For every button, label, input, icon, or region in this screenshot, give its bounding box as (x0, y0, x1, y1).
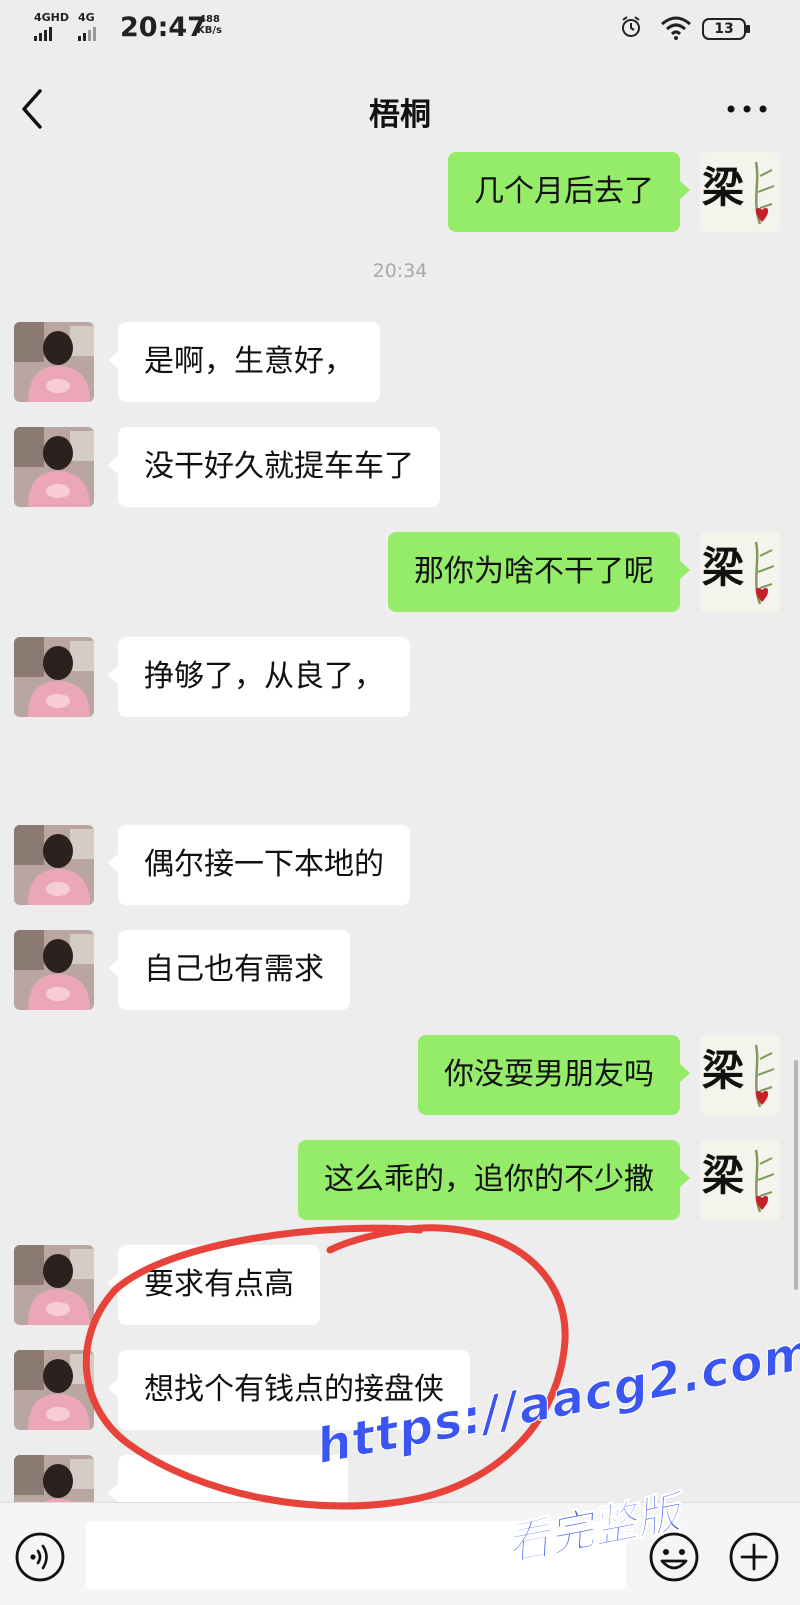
input-bar (0, 1502, 800, 1605)
my-avatar[interactable]: 梁 (700, 152, 780, 232)
more-options-button[interactable] (722, 89, 772, 129)
my-avatar[interactable]: 梁 (700, 532, 780, 612)
more-functions-button[interactable] (728, 1531, 780, 1583)
more-dots-icon (727, 105, 767, 113)
contact-avatar[interactable] (14, 930, 94, 1010)
contact-photo-icon (14, 1245, 94, 1325)
message-row: 偶尔接一下本地的 (0, 825, 800, 905)
contact-message-bubble[interactable] (108, 1455, 348, 1502)
message-row: 这么乖的，追你的不少撒 梁 (0, 1140, 800, 1220)
network-label-1: 4GHD (34, 11, 70, 24)
message-row: 自己也有需求 (0, 930, 800, 1010)
status-bar: 4GHD 4G 20:47 488 KB/s 13 (0, 0, 800, 58)
contact-message-bubble[interactable]: 偶尔接一下本地的 (108, 825, 410, 905)
network-indicator-1: 4GHD (34, 12, 69, 41)
contact-photo-icon (14, 322, 94, 402)
contact-avatar[interactable] (14, 1455, 94, 1502)
calligraphy-avatar-icon: 梁 (700, 152, 780, 232)
contact-photo-icon (14, 637, 94, 717)
contact-photo-icon (14, 1455, 94, 1502)
alarm-icon (622, 16, 640, 37)
network-label-2: 4G (78, 11, 95, 24)
contact-message-bubble[interactable]: 是啊，生意好， (108, 322, 380, 402)
chat-title: 梧桐 (369, 97, 431, 133)
contact-avatar[interactable] (14, 427, 94, 507)
my-message-bubble[interactable]: 这么乖的，追你的不少撒 (298, 1140, 690, 1220)
message-row: 几个月后去了 梁 (0, 152, 800, 232)
contact-avatar[interactable] (14, 322, 94, 402)
contact-avatar[interactable] (14, 825, 94, 905)
message-input[interactable] (86, 1521, 626, 1589)
network-indicator-2: 4G (78, 12, 96, 41)
message-row: 没干好久就提车车了 (0, 427, 800, 507)
message-row: 你没耍男朋友吗 梁 (0, 1035, 800, 1115)
my-avatar[interactable]: 梁 (700, 1140, 780, 1220)
network-speed-unit: KB/s (197, 25, 222, 36)
battery-level: 13 (714, 21, 734, 37)
contact-photo-icon (14, 825, 94, 905)
wifi-icon (661, 16, 691, 40)
network-speed-value: 488 (199, 14, 220, 25)
plus-icon (729, 1532, 779, 1582)
contact-photo-icon (14, 1350, 94, 1430)
chat-screen: 4GHD 4G 20:47 488 KB/s 13 梧桐 几个月后去了 梁 20… (0, 0, 800, 1605)
calligraphy-avatar-icon: 梁 (700, 532, 780, 612)
chat-header: 梧桐 (0, 75, 800, 145)
emoji-icon (649, 1532, 699, 1582)
contact-photo-icon (14, 427, 94, 507)
message-row: 想找个有钱点的接盘侠 (0, 1350, 800, 1430)
my-message-bubble[interactable]: 那你为啥不干了呢 (388, 532, 690, 612)
emoji-button[interactable] (648, 1531, 700, 1583)
status-time: 20:47 (120, 12, 206, 43)
message-row-partial (0, 1455, 800, 1502)
contact-message-bubble[interactable]: 挣够了，从良了， (108, 637, 410, 717)
avatar-glyph: 梁 (702, 163, 744, 212)
message-list[interactable]: 几个月后去了 梁 20:34 是啊，生意好， 没干好久就提车车了 那你为啥不干了… (0, 150, 800, 1502)
contact-avatar[interactable] (14, 1245, 94, 1325)
avatar-glyph: 梁 (702, 543, 744, 592)
contact-message-bubble[interactable]: 自己也有需求 (108, 930, 350, 1010)
contact-message-bubble[interactable]: 没干好久就提车车了 (108, 427, 440, 507)
message-row: 挣够了，从良了， (0, 637, 800, 717)
signal-bars-icon (34, 27, 69, 41)
my-message-bubble[interactable]: 你没耍男朋友吗 (418, 1035, 690, 1115)
my-avatar[interactable]: 梁 (700, 1035, 780, 1115)
network-speed: 488 KB/s (197, 14, 222, 36)
calligraphy-avatar-icon: 梁 (700, 1035, 780, 1115)
my-message-bubble[interactable]: 几个月后去了 (448, 152, 690, 232)
voice-input-button[interactable] (14, 1531, 66, 1583)
message-timestamp: 20:34 (372, 260, 428, 282)
avatar-glyph: 梁 (702, 1151, 744, 1200)
calligraphy-avatar-icon: 梁 (700, 1140, 780, 1220)
voice-icon (15, 1532, 65, 1582)
battery-icon: 13 (702, 18, 752, 40)
contact-message-bubble[interactable]: 想找个有钱点的接盘侠 (108, 1350, 470, 1430)
contact-avatar[interactable] (14, 637, 94, 717)
avatar-glyph: 梁 (702, 1046, 744, 1095)
contact-photo-icon (14, 930, 94, 1010)
scrollbar[interactable] (794, 1060, 798, 1290)
contact-message-bubble[interactable]: 要求有点高 (108, 1245, 320, 1325)
contact-avatar[interactable] (14, 1350, 94, 1430)
message-row: 那你为啥不干了呢 梁 (0, 532, 800, 612)
message-row: 是啊，生意好， (0, 322, 800, 402)
message-row: 要求有点高 (0, 1245, 800, 1325)
signal-bars-icon (78, 27, 96, 41)
